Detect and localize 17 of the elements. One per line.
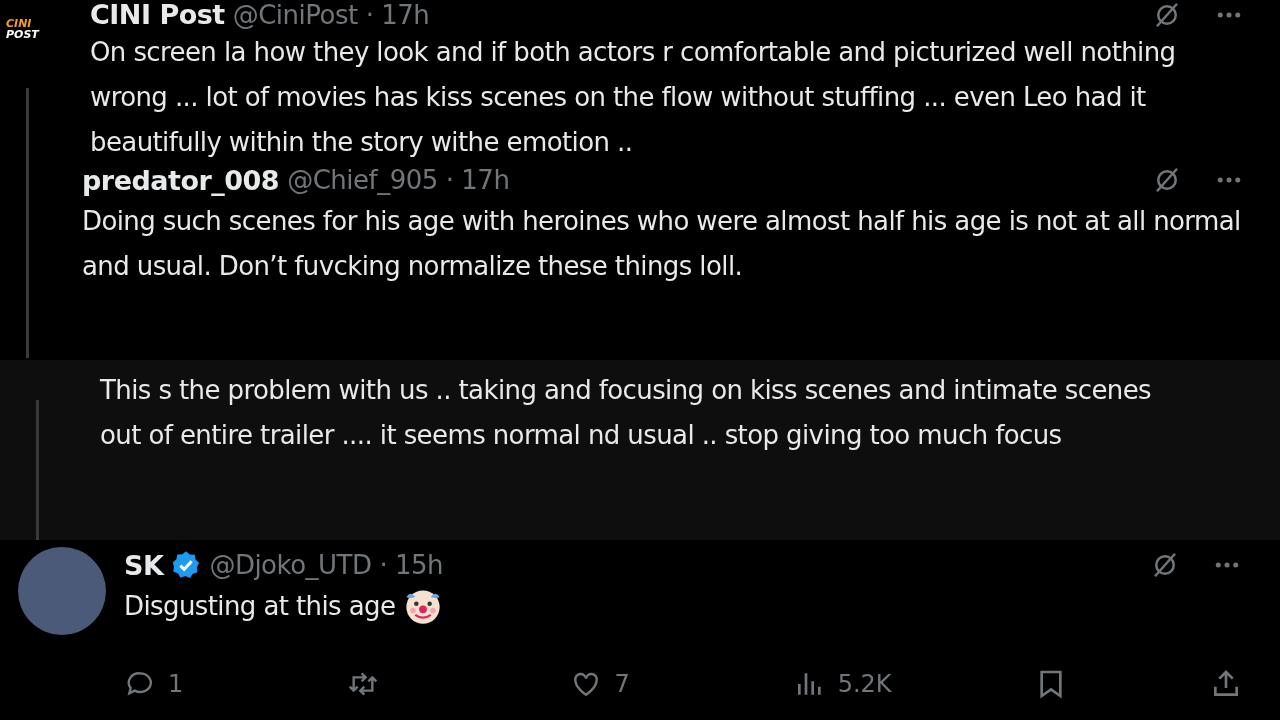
reply-text: Doing such scenes for his age with heroines who were almost half his age is not at all normal and usual. Don’t fuvcking normalize these things loll. (82, 205, 1242, 283)
action-count: 7 (614, 670, 630, 698)
author-name[interactable]: SK (124, 549, 164, 581)
author-name[interactable]: predator_008 (82, 164, 280, 196)
post-time: · 17h (445, 165, 510, 195)
post-text: On screen la how they look and if both actors r comfortable and picturized well nothing wrong ... lot of movies has kiss scenes on the flow without stuffing ... even Leo had it beautifully within the story withe emotion .. (90, 36, 1177, 159)
author-handle[interactable]: @Chief_905 (287, 165, 438, 195)
action-count: 1 (168, 670, 184, 698)
action-count: 5.2K (837, 670, 892, 698)
post-text: Disgusting at this age (124, 589, 396, 623)
post-time: · 15h (379, 550, 444, 580)
author-handle[interactable]: @CiniPost (232, 0, 358, 30)
author-name[interactable]: CINI Post (90, 0, 225, 30)
post-time: · 17h (365, 0, 430, 30)
cini-post-logo: CINI POST (6, 18, 39, 40)
reply-text: This s the problem with us .. taking and focusing on kiss scenes and intimate scenes out of entire trailer .... it seems normal nd usual .. stop giving too much focus (100, 374, 1153, 452)
author-handle[interactable]: @Djoko_UTD (209, 550, 372, 580)
